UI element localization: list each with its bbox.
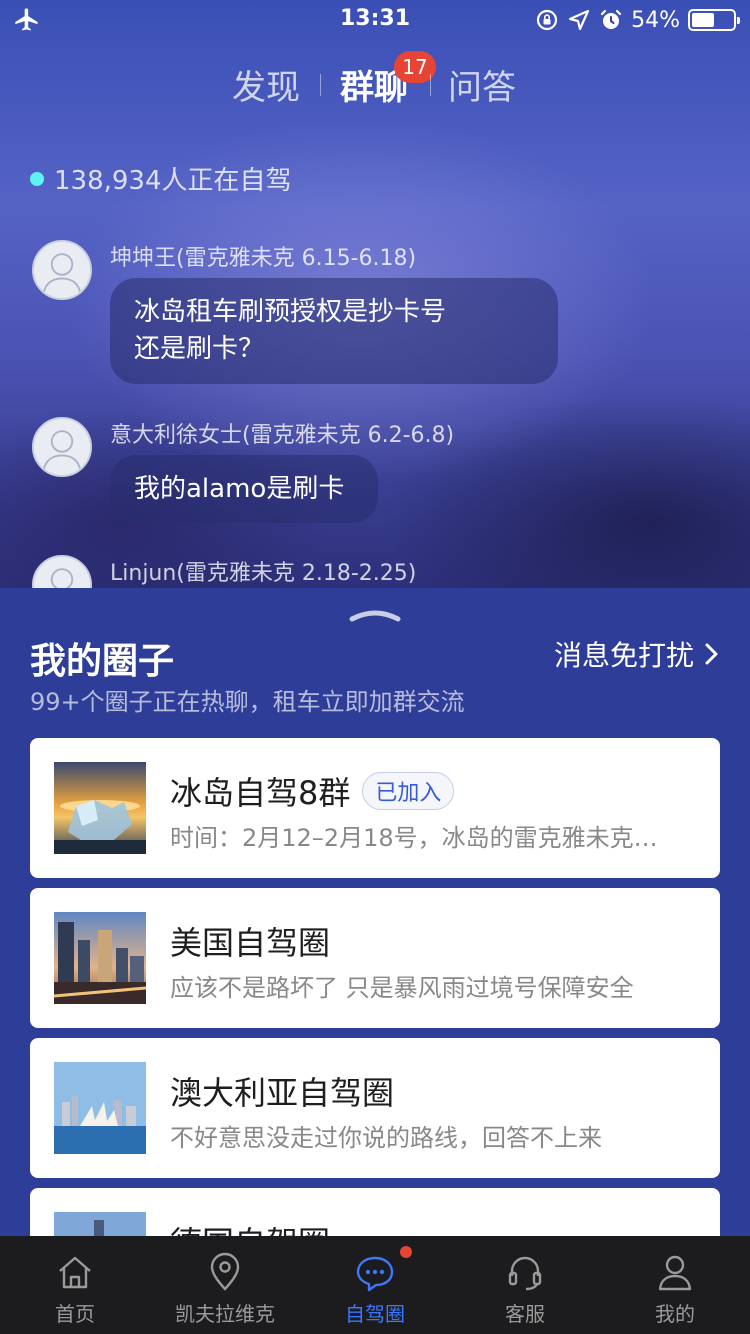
tabbar-label: 凯夫拉维克 (175, 1302, 275, 1326)
do-not-disturb-label: 消息免打扰 (553, 639, 694, 672)
group-card[interactable]: 冰岛自驾8群 已加入 时间：2月12–2月18号，冰岛的雷克雅未克… (30, 738, 720, 878)
chat-bubble-icon (356, 1256, 394, 1292)
online-dot-icon (30, 171, 44, 186)
tabbar-label: 客服 (505, 1302, 545, 1326)
battery-icon (688, 9, 740, 31)
group-last-message: 应该不是路坏了 只是暴风雨过境号保障安全 (170, 974, 634, 1002)
group-card[interactable]: 澳大利亚自驾圈 不好意思没走过你说的路线，回答不上来 (30, 1038, 720, 1178)
group-card[interactable]: 德国自驾圈 (30, 1188, 720, 1236)
online-count: 138,934人正在自驾 (30, 160, 292, 197)
default-avatar-icon (50, 568, 74, 590)
message-line: 冰岛租车刷预授权是抄卡号 (134, 297, 447, 327)
message-bubble[interactable]: 我的alamo是刷卡 (110, 455, 378, 523)
expand-handle-icon[interactable] (348, 606, 402, 624)
message-sender: 意大利徐女士(雷克雅未克 6.2-6.8) (110, 423, 455, 448)
group-card[interactable]: 美国自驾圈 应该不是路坏了 只是暴风雨过境号保障安全 (30, 888, 720, 1028)
tabbar-label: 首页 (55, 1302, 95, 1326)
tabbar-label: 自驾圈 (345, 1302, 405, 1326)
location-icon (568, 9, 590, 31)
my-circles-sheet: 我的圈子 消息免打扰 99+个圈子正在热聊，租车立即加群交流 冰岛自驾8群 已加… (0, 588, 750, 1236)
message-sender: 坤坤王(雷克雅未克 6.15-6.18) (110, 246, 417, 271)
usa-thumbnail (54, 912, 146, 1004)
group-title: 冰岛自驾8群 (170, 774, 351, 812)
group-title: 德国自驾圈 (170, 1218, 330, 1236)
joined-badge: 已加入 (362, 772, 455, 810)
headset-icon (508, 1256, 542, 1291)
tabbar-item-location[interactable]: 凯夫拉维克 (150, 1236, 300, 1334)
top-tabs: 发现 群聊 17 问答 (0, 51, 750, 110)
message-line: 还是刷卡？ (134, 334, 265, 364)
tab-discover[interactable]: 发现 (232, 60, 300, 109)
tabbar-label: 我的 (655, 1302, 695, 1326)
tabbar-item-home[interactable]: 首页 (0, 1236, 150, 1334)
default-avatar-icon (42, 430, 82, 472)
message-bubble[interactable]: 冰岛租车刷预授权是抄卡号 还是刷卡？ (110, 278, 558, 384)
avatar[interactable] (32, 555, 92, 590)
home-icon (59, 1256, 91, 1289)
online-count-text: 138,934人正在自驾 (54, 166, 292, 196)
tab-divider (430, 74, 431, 96)
tabbar-item-profile[interactable]: 我的 (600, 1236, 750, 1334)
iceland-thumbnail (54, 762, 146, 854)
group-title: 澳大利亚自驾圈 (170, 1074, 395, 1112)
orientation-lock-icon (536, 9, 558, 31)
battery-percent: 54% (631, 7, 680, 33)
germany-thumbnail (54, 1212, 146, 1236)
sheet-subtitle: 99+个圈子正在热聊，租车立即加群交流 (30, 688, 465, 716)
sheet-title: 我的圈子 (30, 641, 175, 682)
chat-hero-area: 13:31 54% 发现 群聊 17 问答 138,934人正在自驾 坤坤王(雷… (0, 0, 750, 590)
notification-dot (400, 1246, 412, 1258)
avatar[interactable] (32, 417, 92, 477)
tabbar-item-service[interactable]: 客服 (450, 1236, 600, 1334)
chevron-right-icon (705, 643, 718, 665)
group-last-message: 不好意思没走过你说的路线，回答不上来 (170, 1124, 602, 1152)
tabbar-item-circles[interactable]: 自驾圈 (300, 1236, 450, 1334)
do-not-disturb-button[interactable]: 消息免打扰 (554, 634, 720, 674)
default-avatar-icon (42, 253, 82, 295)
tab-qa[interactable]: 问答 (448, 60, 516, 109)
person-icon (658, 1255, 692, 1291)
group-last-message: 时间：2月12–2月18号，冰岛的雷克雅未克… (170, 824, 658, 852)
group-title: 美国自驾圈 (170, 924, 331, 962)
bottom-tab-bar: 首页 凯夫拉维克 自驾圈 客服 我的 (0, 1236, 750, 1334)
message-line: 我的alamo是刷卡 (134, 474, 345, 504)
avatar[interactable] (32, 240, 92, 300)
message-sender: Linjun(雷克雅未克 2.18-2.25) (110, 561, 417, 586)
alarm-icon (600, 9, 622, 29)
location-pin-icon (210, 1252, 240, 1291)
tab-divider (320, 74, 321, 96)
status-bar: 13:31 54% (0, 0, 750, 40)
australia-thumbnail (54, 1062, 146, 1154)
